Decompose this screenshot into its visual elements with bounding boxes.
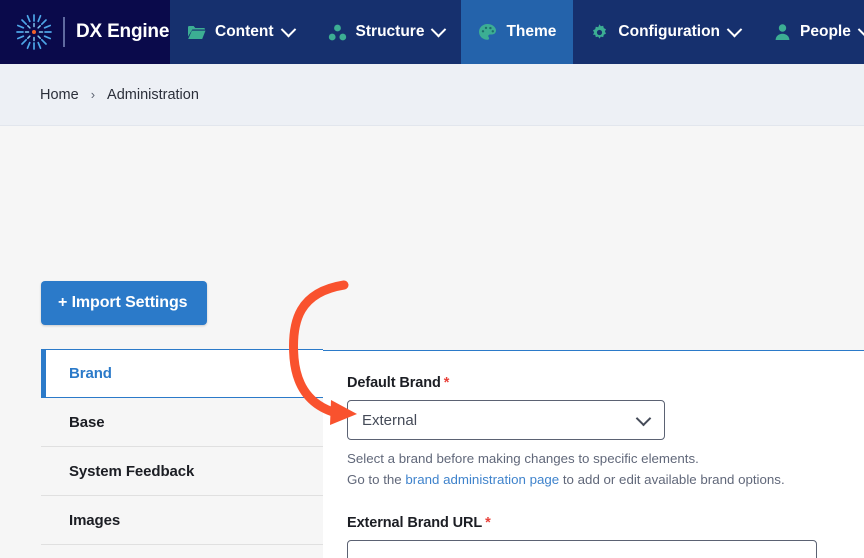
default-brand-select[interactable]: External xyxy=(347,400,665,440)
nav-item-label: Content xyxy=(215,23,274,40)
app-title: DX Engine xyxy=(76,21,170,42)
import-settings-button[interactable]: + Import Settings xyxy=(41,281,208,325)
required-indicator: * xyxy=(485,515,491,532)
nav-item-label: People xyxy=(800,23,851,40)
breadcrumb-home[interactable]: Home xyxy=(40,87,79,103)
help-line-2: Go to the brand administration page to a… xyxy=(347,470,864,491)
breadcrumb-current: Administration xyxy=(107,86,199,103)
brand-block[interactable]: DX Engine xyxy=(0,0,170,64)
required-indicator: * xyxy=(443,375,450,391)
external-brand-url-label-text: External Brand URL xyxy=(347,515,483,532)
nav-item-structure[interactable]: Structure xyxy=(311,0,462,64)
nav-item-content[interactable]: Content xyxy=(170,0,311,64)
folder-icon xyxy=(187,24,206,41)
chevron-down-icon xyxy=(857,21,864,37)
default-brand-label: Default Brand * xyxy=(347,375,864,391)
nav-item-theme[interactable]: Theme xyxy=(461,0,574,64)
external-brand-url-input[interactable] xyxy=(347,540,817,558)
page-body: + Import Settings Brand Base System Feed… xyxy=(0,126,864,558)
settings-tab-list: Brand Base System Feedback Images Links … xyxy=(41,349,323,558)
person-icon xyxy=(774,23,791,41)
sidebar-item-label: System Feedback xyxy=(69,462,195,480)
top-navigation-bar: DX Engine Content Structure Theme Config… xyxy=(0,0,864,64)
help-line-1: Select a brand before making changes to … xyxy=(347,451,699,466)
sidebar-item-label: Brand xyxy=(69,365,112,382)
help-pre: Go to the xyxy=(347,471,406,487)
chevron-down-icon xyxy=(726,21,743,37)
chevron-down-icon xyxy=(431,21,447,37)
default-brand-label-text: Default Brand xyxy=(347,375,441,391)
palette-icon xyxy=(478,23,497,41)
brand-administration-link[interactable]: brand administration page xyxy=(405,472,559,487)
nav-item-label: Configuration xyxy=(618,23,721,40)
starburst-logo-icon xyxy=(14,12,54,52)
breadcrumb: Home › Administration xyxy=(0,64,864,126)
gear-icon xyxy=(590,23,609,42)
nodes-icon xyxy=(328,24,347,41)
sidebar-item-label: Images xyxy=(69,511,121,529)
nav-item-label: Theme xyxy=(506,23,557,40)
sidebar-item-system-feedback[interactable]: System Feedback xyxy=(41,447,323,496)
brand-settings-panel: Default Brand * External Select a brand b… xyxy=(323,350,864,558)
nav-item-people[interactable]: People xyxy=(757,0,864,64)
breadcrumb-separator: › xyxy=(90,87,96,102)
sidebar-item-images[interactable]: Images xyxy=(41,496,323,545)
help-post: to add or edit available brand options. xyxy=(559,471,785,487)
sidebar-item-brand[interactable]: Brand xyxy=(41,349,323,398)
sidebar-item-label: Base xyxy=(69,413,105,431)
logo-divider xyxy=(63,17,65,47)
external-brand-url-label: External Brand URL * xyxy=(347,515,864,531)
chevron-down-icon xyxy=(280,21,296,37)
sidebar-item-links-buttons[interactable]: Links & Buttons xyxy=(41,545,323,558)
sidebar-item-base[interactable]: Base xyxy=(41,398,323,447)
default-brand-help-text: Select a brand before making changes to … xyxy=(347,449,864,490)
nav-item-label: Structure xyxy=(355,23,425,40)
default-brand-select-wrap: External xyxy=(347,400,665,440)
nav-item-configuration[interactable]: Configuration xyxy=(573,0,757,64)
